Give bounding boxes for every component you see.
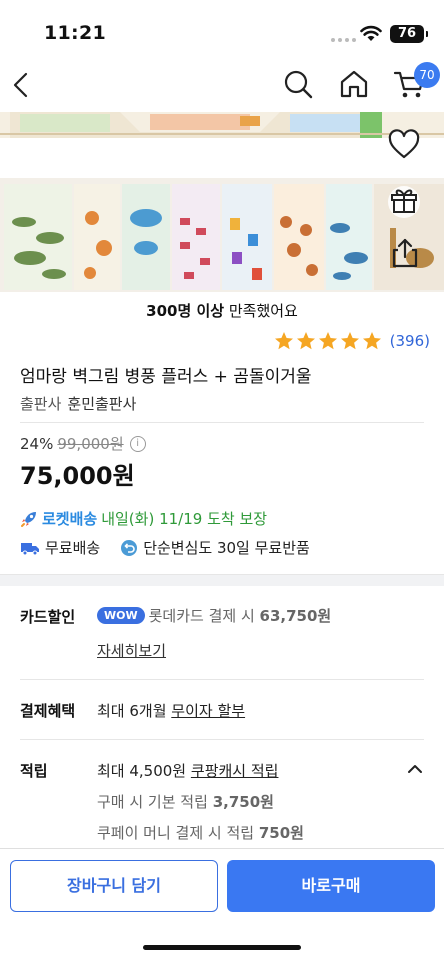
installment-link[interactable]: 무이자 할부 bbox=[171, 702, 245, 720]
product-image-top[interactable] bbox=[0, 112, 444, 138]
publisher-label: 출판사 bbox=[20, 395, 62, 413]
home-indicator[interactable] bbox=[143, 945, 301, 950]
rocket-date: 내일(화) 11/19 도착 보장 bbox=[101, 510, 268, 528]
star-icon bbox=[362, 332, 381, 350]
discount-percent: 24% bbox=[20, 434, 54, 453]
chevron-up-icon[interactable] bbox=[406, 762, 424, 776]
reward-text: 최대 4,500원 bbox=[97, 762, 191, 780]
discount-row: 24% 99,000원 i bbox=[20, 433, 146, 454]
star-icon bbox=[340, 332, 359, 350]
reward-money-amount: 750원 bbox=[258, 824, 304, 842]
add-to-cart-button[interactable]: 장바구니 담기 bbox=[10, 860, 218, 912]
sale-price: 75,000원 bbox=[20, 462, 135, 490]
star-icon bbox=[318, 332, 337, 350]
satisfaction-label: 만족했어요 bbox=[224, 302, 298, 320]
rocket-delivery: 로켓배송 내일(화) 11/19 도착 보장 bbox=[20, 508, 267, 529]
status-time: 11:21 bbox=[44, 22, 106, 44]
card-discount-price: 63,750원 bbox=[259, 607, 332, 625]
wifi-icon bbox=[360, 25, 382, 41]
coupang-cash-link[interactable]: 쿠팡캐시 적립 bbox=[191, 762, 279, 780]
bottom-action-bar: 장바구니 담기 바로구매 bbox=[0, 848, 444, 961]
card-discount-value: WOW 롯데카드 결제 시 63,750원 bbox=[97, 605, 331, 626]
divider bbox=[20, 422, 424, 423]
shipping-row: 무료배송 단순변심도 30일 무료반품 bbox=[20, 537, 310, 558]
review-count[interactable]: (396) bbox=[390, 332, 430, 350]
return-icon bbox=[121, 539, 138, 556]
rocket-brand: 로켓배송 bbox=[42, 510, 98, 528]
buy-now-button[interactable]: 바로구매 bbox=[227, 860, 435, 912]
share-icon[interactable] bbox=[388, 236, 422, 270]
star-icon bbox=[274, 332, 293, 350]
satisfaction-text: 300명 이상 만족했어요 bbox=[0, 300, 444, 321]
top-nav: 70 bbox=[0, 60, 444, 112]
section-gap bbox=[0, 574, 444, 586]
rating[interactable]: (396) bbox=[274, 331, 430, 351]
search-icon[interactable] bbox=[282, 68, 314, 100]
rocket-icon bbox=[21, 511, 36, 527]
payment-benefit-value: 최대 6개월 무이자 할부 bbox=[97, 700, 245, 721]
card-discount-text: 롯데카드 결제 시 bbox=[148, 607, 260, 625]
details-link[interactable]: 자세히보기 bbox=[97, 640, 166, 661]
reward-basic: 구매 시 기본 적립 3,750원 bbox=[97, 791, 274, 812]
divider bbox=[20, 739, 424, 740]
original-price: 99,000원 bbox=[57, 435, 124, 453]
heart-icon[interactable] bbox=[387, 128, 421, 162]
product-image-main[interactable] bbox=[0, 178, 444, 292]
reward-label: 적립 bbox=[20, 762, 48, 780]
divider bbox=[20, 679, 424, 680]
info-icon[interactable]: i bbox=[129, 435, 146, 452]
reward-money: 쿠페이 머니 결제 시 적립 750원 bbox=[97, 822, 304, 843]
battery-icon: 76 bbox=[390, 25, 428, 43]
signal-dots-icon bbox=[331, 38, 356, 42]
wow-badge: WOW bbox=[97, 607, 145, 624]
publisher: 출판사 훈민출판사 bbox=[20, 393, 136, 414]
reward-value: 최대 4,500원 쿠팡캐시 적립 bbox=[97, 760, 278, 781]
reward-money-text: 쿠페이 머니 결제 시 적립 bbox=[97, 824, 259, 842]
back-arrow-icon[interactable] bbox=[6, 68, 36, 102]
free-return: 단순변심도 30일 무료반품 bbox=[143, 539, 310, 557]
product-title: 엄마랑 벽그림 병풍 플러스 + 곰돌이거울 bbox=[20, 367, 312, 387]
star-icon bbox=[296, 332, 315, 350]
payment-benefit-label: 결제혜택 bbox=[20, 702, 76, 720]
publisher-name[interactable]: 훈민출판사 bbox=[67, 395, 136, 413]
reward-basic-amount: 3,750원 bbox=[212, 793, 274, 811]
gift-icon[interactable] bbox=[386, 184, 422, 220]
status-bar: 11:21 76 bbox=[0, 0, 444, 60]
truck-icon bbox=[21, 542, 39, 555]
cart-count-badge: 70 bbox=[414, 62, 440, 88]
payment-benefit-text: 최대 6개월 bbox=[97, 702, 172, 720]
card-discount-label: 카드할인 bbox=[20, 608, 76, 626]
reward-basic-text: 구매 시 기본 적립 bbox=[97, 793, 213, 811]
free-shipping: 무료배송 bbox=[45, 539, 101, 557]
satisfaction-count: 300명 이상 bbox=[146, 302, 225, 320]
home-icon[interactable] bbox=[338, 68, 370, 100]
